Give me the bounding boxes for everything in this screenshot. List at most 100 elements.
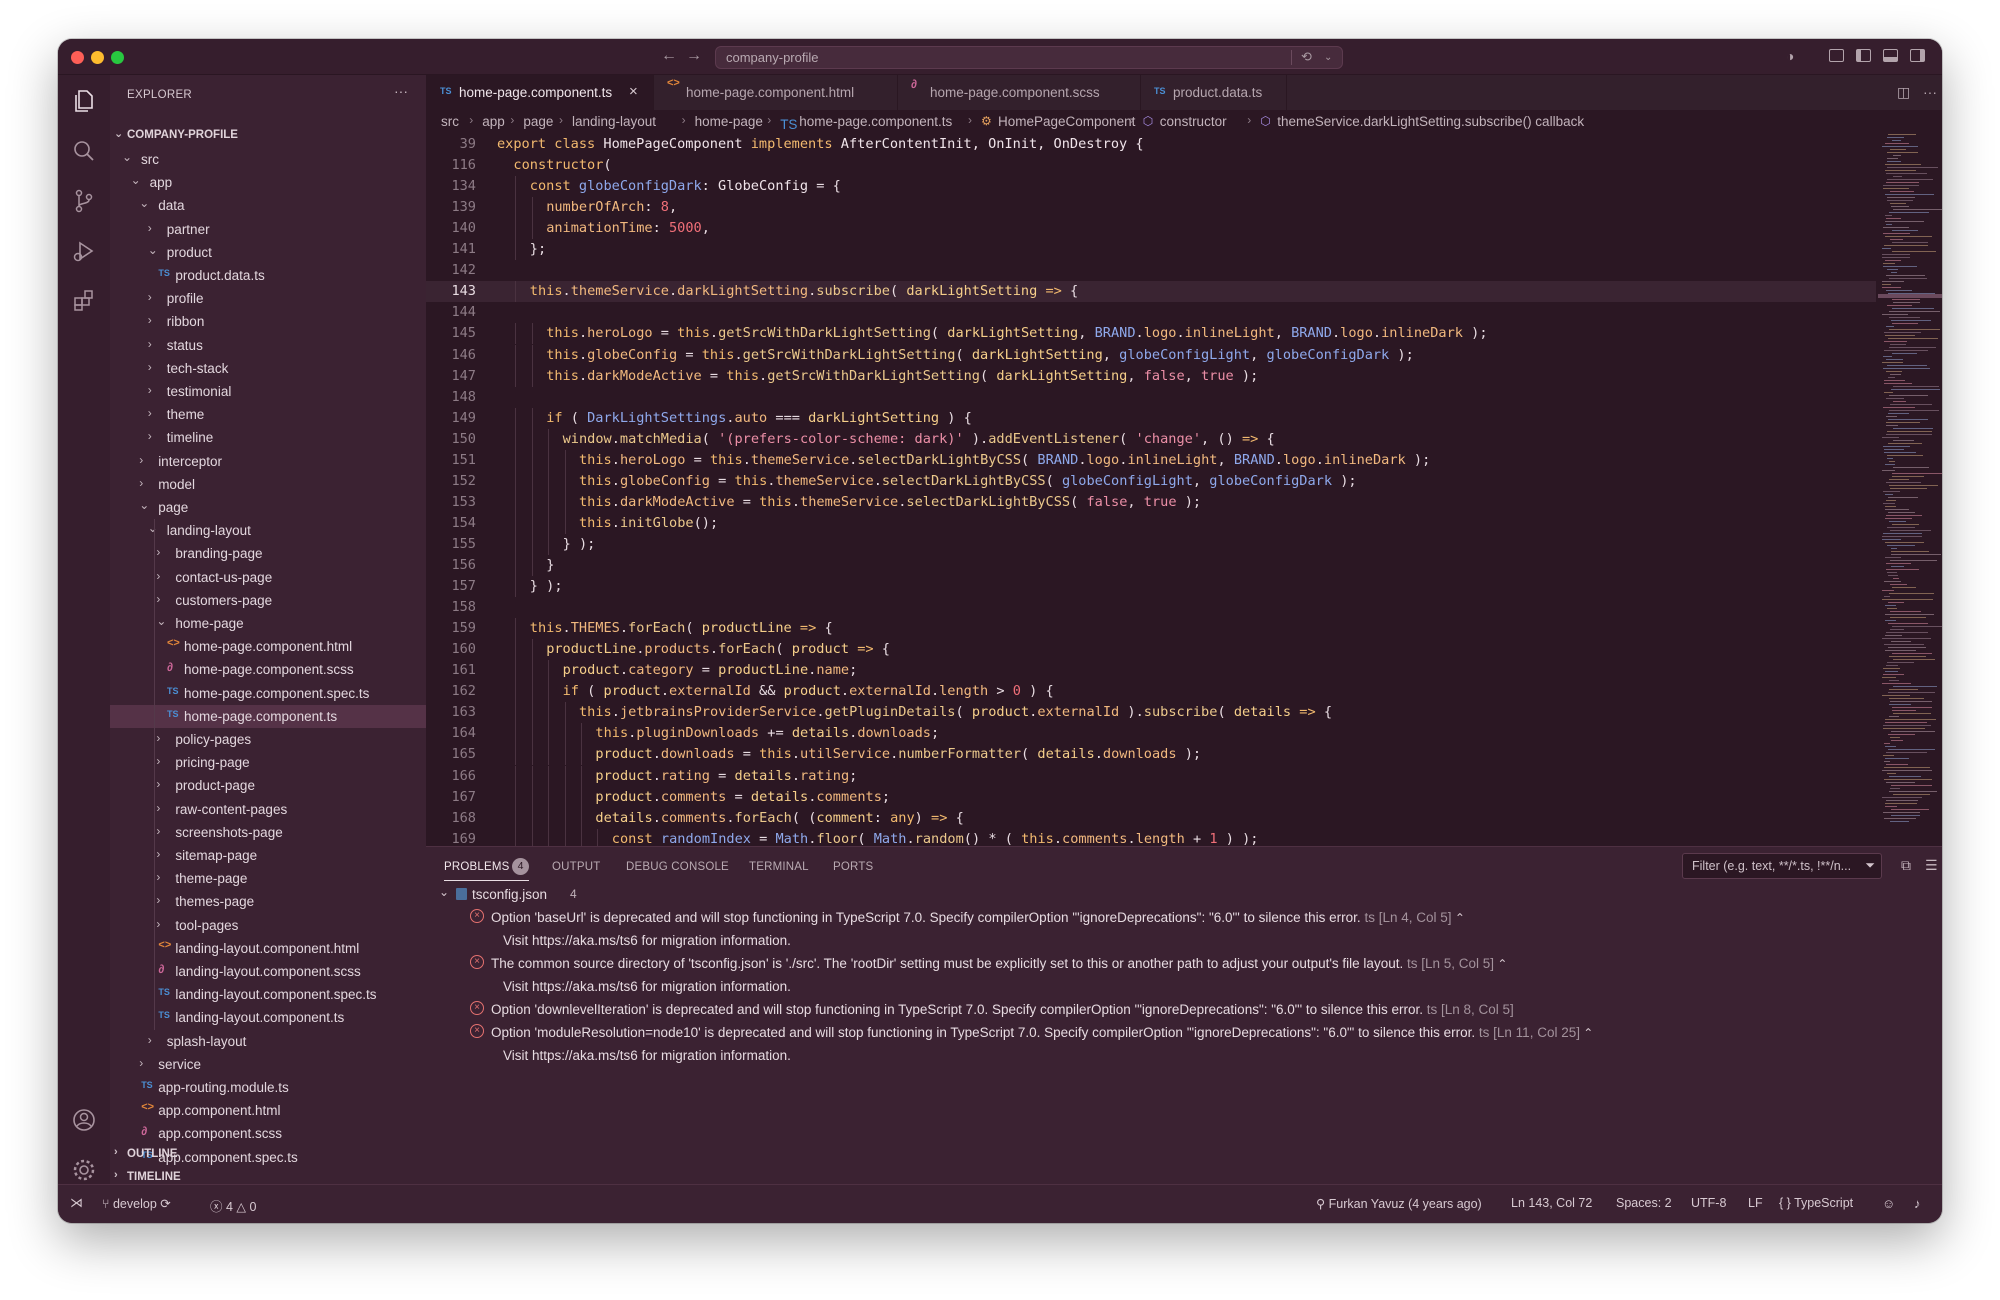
tab-home-page-component-ts[interactable]: TS home-page.component.ts ×	[426, 75, 653, 110]
tree-item-app-component-html[interactable]: <> app.component.html	[110, 1099, 426, 1122]
editor-more-actions-icon[interactable]: ···	[1923, 84, 1937, 100]
collapse-all-icon[interactable]: ⧉	[1901, 857, 1911, 874]
panel-tab-output[interactable]: OUTPUT	[552, 861, 600, 873]
tree-item-product-page[interactable]: › product-page	[110, 774, 426, 797]
close-window-button[interactable]	[71, 51, 84, 64]
breadcrumb-item[interactable]: src	[441, 114, 459, 129]
tree-item-landing-layout-component-ts[interactable]: TS landing-layout.component.ts	[110, 1006, 426, 1029]
explorer-icon[interactable]	[71, 88, 97, 114]
minimap[interactable]	[1878, 134, 1942, 846]
tree-item-home-page-component-scss[interactable]: ∂ home-page.component.scss	[110, 658, 426, 681]
tree-item-splash-layout[interactable]: › splash-layout	[110, 1030, 426, 1053]
panel-tab-terminal[interactable]: TERMINAL	[749, 861, 809, 873]
tree-item-themes-page[interactable]: › themes-page	[110, 890, 426, 913]
sync-icon[interactable]: ⟳	[160, 1197, 170, 1211]
accounts-icon[interactable]	[71, 1107, 97, 1133]
code-editor[interactable]: 39 export class HomePageComponent impleme…	[426, 134, 1876, 846]
panel-tab-debug-console[interactable]: DEBUG CONSOLE	[626, 861, 729, 873]
tree-item-home-page[interactable]: ⌄ home-page	[110, 612, 426, 635]
tree-item-theme[interactable]: › theme	[110, 403, 426, 426]
tree-item-timeline[interactable]: › timeline	[110, 426, 426, 449]
breadcrumb-item[interactable]: home-page.component.ts	[799, 114, 952, 129]
panel-tab-ports[interactable]: PORTS	[833, 861, 873, 873]
tree-item-status[interactable]: › status	[110, 334, 426, 357]
tree-item-page[interactable]: ⌄ page	[110, 496, 426, 519]
tree-item-tool-pages[interactable]: › tool-pages	[110, 914, 426, 937]
notifications-bell-icon[interactable]: ♪	[1914, 1196, 1921, 1211]
language-mode[interactable]: { } TypeScript	[1779, 1196, 1853, 1210]
toggle-secondary-sidebar-icon[interactable]	[1910, 49, 1925, 62]
breadcrumb-item[interactable]: app	[482, 114, 505, 129]
indentation[interactable]: Spaces: 2	[1616, 1196, 1672, 1210]
forward-arrow-icon[interactable]: →	[686, 47, 702, 65]
minimap-slider[interactable]	[1878, 294, 1942, 298]
tree-item-sitemap-page[interactable]: › sitemap-page	[110, 844, 426, 867]
filter-icon[interactable]: ⏷	[1865, 858, 1875, 873]
tree-item-partner[interactable]: › partner	[110, 218, 426, 241]
extensions-icon[interactable]	[71, 288, 97, 314]
run-debug-icon[interactable]	[71, 238, 97, 264]
tree-item-app-component-scss[interactable]: ∂ app.component.scss	[110, 1122, 426, 1145]
problem-row[interactable]: × Option 'downlevelIteration' is deprecat…	[426, 998, 1942, 1021]
tree-item-policy-pages[interactable]: › policy-pages	[110, 728, 426, 751]
maximize-window-button[interactable]	[111, 51, 124, 64]
git-blame[interactable]: ⚲ Furkan Yavuz (4 years ago)	[1316, 1196, 1482, 1211]
view-as-list-icon[interactable]: ☰	[1925, 857, 1938, 874]
branch-indicator[interactable]: ⑂ develop ⟳	[102, 1196, 171, 1211]
breadcrumb-item[interactable]: constructor	[1160, 114, 1227, 129]
breadcrumb-item[interactable]: landing-layout	[572, 114, 656, 129]
tree-item-branding-page[interactable]: › branding-page	[110, 542, 426, 565]
problems-file-row[interactable]: ⌄ tsconfig.json 4	[426, 883, 1942, 906]
tree-item-contact-us-page[interactable]: › contact-us-page	[110, 566, 426, 589]
chevron-down-icon[interactable]: ⌄	[1324, 52, 1332, 63]
outline-section-header[interactable]: › OUTLINE	[110, 1144, 426, 1166]
tree-item-home-page-component-html[interactable]: <> home-page.component.html	[110, 635, 426, 658]
encoding[interactable]: UTF-8	[1691, 1196, 1726, 1210]
remote-indicator-icon[interactable]: ⋊	[70, 1195, 83, 1211]
tree-item-theme-page[interactable]: › theme-page	[110, 867, 426, 890]
customize-layout-icon[interactable]	[1829, 49, 1844, 62]
tab-home-page-component-html[interactable]: <> home-page.component.html	[653, 75, 897, 110]
tree-item-data[interactable]: ⌄ data	[110, 194, 426, 217]
problem-row[interactable]: × Option 'moduleResolution=node10' is dep…	[426, 1021, 1942, 1044]
tree-item-pricing-page[interactable]: › pricing-page	[110, 751, 426, 774]
back-arrow-icon[interactable]: ←	[661, 47, 677, 65]
tree-item-profile[interactable]: › profile	[110, 287, 426, 310]
tree-item-landing-layout-component-scss[interactable]: ∂ landing-layout.component.scss	[110, 960, 426, 983]
problem-row[interactable]: × Option 'baseUrl' is deprecated and will…	[426, 906, 1942, 929]
tree-item-service[interactable]: › service	[110, 1053, 426, 1076]
chevron-up-icon[interactable]: ⌃	[1580, 1026, 1593, 1040]
command-center-search[interactable]: company-profile ⟲ ⌄	[715, 46, 1343, 69]
tab-home-page-component-scss[interactable]: ∂ home-page.component.scss	[897, 75, 1140, 110]
chevron-up-icon[interactable]: ⌃	[1451, 911, 1465, 925]
tree-item-model[interactable]: › model	[110, 473, 426, 496]
tree-item-home-page-component-spec-ts[interactable]: TS home-page.component.spec.ts	[110, 682, 426, 705]
minimize-window-button[interactable]	[91, 51, 104, 64]
tree-item-tech-stack[interactable]: › tech-stack	[110, 357, 426, 380]
search-icon[interactable]	[71, 138, 97, 164]
settings-gear-icon[interactable]	[71, 1157, 97, 1183]
tree-item-src[interactable]: ⌄ src	[110, 148, 426, 171]
split-editor-icon[interactable]: ◫	[1897, 84, 1910, 101]
tree-item-customers-page[interactable]: › customers-page	[110, 589, 426, 612]
accounts-status-icon[interactable]: ◑	[1786, 48, 1802, 64]
tree-item-raw-content-pages[interactable]: › raw-content-pages	[110, 798, 426, 821]
chevron-up-icon[interactable]: ⌃	[1494, 957, 1507, 971]
panel-tab-problems[interactable]: PROBLEMS	[444, 861, 510, 873]
tree-item-app-routing-module-ts[interactable]: TS app-routing.module.ts	[110, 1076, 426, 1099]
tab-product-data-ts[interactable]: TS product.data.ts	[1140, 75, 1286, 110]
problems-filter-input[interactable]: Filter (e.g. text, **/*.ts, !**/n... ⏷	[1682, 853, 1882, 879]
breadcrumb-item[interactable]: page	[523, 114, 553, 129]
line-ending[interactable]: LF	[1748, 1196, 1763, 1210]
tree-item-app[interactable]: ⌄ app	[110, 171, 426, 194]
problem-detail-row[interactable]: Visit https://aka.ms/ts6 for migration i…	[426, 1044, 1942, 1067]
tree-item-landing-layout[interactable]: ⌄ landing-layout	[110, 519, 426, 542]
explorer-more-actions-icon[interactable]: ···	[394, 83, 408, 99]
tree-item-interceptor[interactable]: › interceptor	[110, 450, 426, 473]
project-section-header[interactable]: ⌄ COMPANY-PROFILE	[110, 125, 426, 147]
source-control-icon[interactable]	[71, 188, 97, 214]
toggle-primary-sidebar-icon[interactable]	[1856, 49, 1871, 62]
copilot-status-icon[interactable]: ☺	[1882, 1196, 1895, 1211]
cursor-position[interactable]: Ln 143, Col 72	[1511, 1196, 1592, 1210]
breadcrumb-item[interactable]: home-page	[695, 114, 763, 129]
